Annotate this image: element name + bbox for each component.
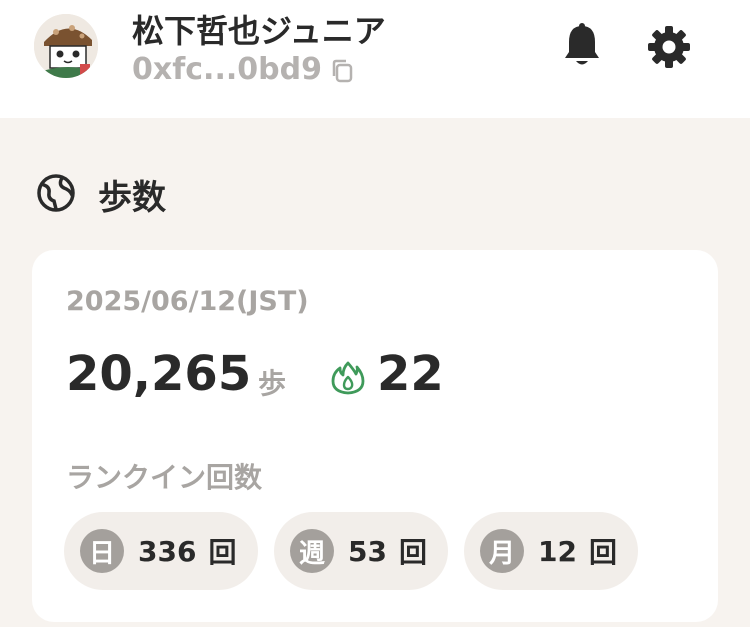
copy-icon[interactable] xyxy=(330,57,354,83)
steps-value: 20,265 xyxy=(66,346,252,402)
header: 松下哲也ジュニア 0xfc...0bd9 xyxy=(0,0,750,118)
chip-unit-day: 回 xyxy=(208,536,237,569)
section-title: 歩数 xyxy=(98,178,166,218)
globe-icon xyxy=(36,173,76,213)
wallet-address: 0xfc...0bd9 xyxy=(132,52,322,87)
rankin-chip-day: 日 336 回 xyxy=(64,512,258,590)
flame-icon xyxy=(330,360,366,396)
avatar[interactable] xyxy=(32,12,100,80)
user-name: 松下哲也ジュニア xyxy=(132,12,386,50)
chip-unit-month: 回 xyxy=(588,536,617,569)
rankin-chip-month: 月 12 回 xyxy=(464,512,638,590)
chip-count-month: 12 xyxy=(538,534,577,568)
chip-unit-week: 回 xyxy=(398,536,427,569)
rankin-label: ランクイン回数 xyxy=(66,461,263,494)
streak-value: 22 xyxy=(377,346,444,402)
chip-count-week: 53 xyxy=(348,534,387,568)
rankin-chip-week: 週 53 回 xyxy=(274,512,448,590)
steps-panel: 歩数 2025/06/12(JST) 20,265 歩 22 ランクイン回数 日… xyxy=(0,118,750,627)
steps-card: 2025/06/12(JST) 20,265 歩 22 ランクイン回数 日 33… xyxy=(32,250,718,622)
chip-count-day: 336 xyxy=(138,534,197,568)
bell-icon[interactable] xyxy=(560,22,604,68)
wallet-address-row[interactable]: 0xfc...0bd9 xyxy=(132,52,354,87)
chip-badge-month: 月 xyxy=(480,529,524,573)
chip-badge-day: 日 xyxy=(80,529,124,573)
steps-unit: 歩 xyxy=(258,367,287,400)
gear-icon[interactable] xyxy=(646,24,692,70)
date-label: 2025/06/12(JST) xyxy=(66,286,309,317)
chip-badge-week: 週 xyxy=(290,529,334,573)
